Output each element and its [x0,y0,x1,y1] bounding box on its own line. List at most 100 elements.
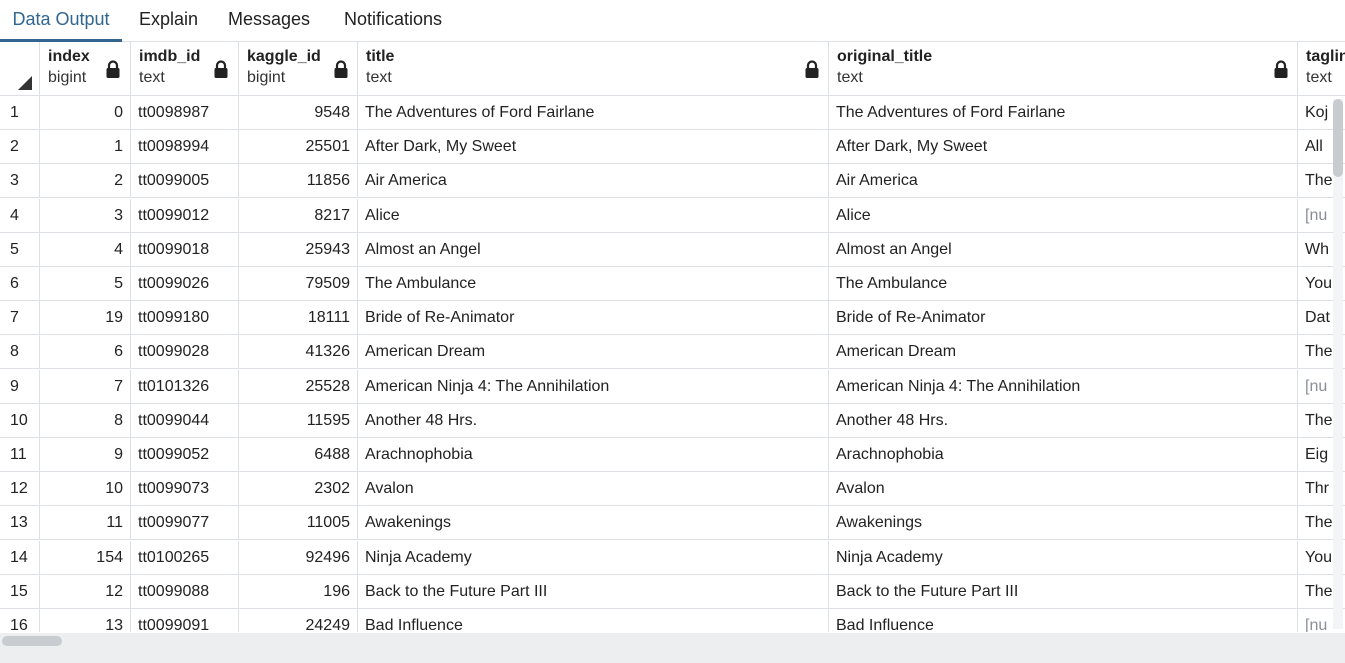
cell-title[interactable]: Air America [358,164,829,199]
tab-explain[interactable]: Explain [139,0,198,39]
cell-original-title[interactable]: Air America [829,164,1298,199]
column-header-imdb-id[interactable]: imdb_id text [131,42,239,95]
cell-index[interactable]: 0 [40,96,131,130]
cell-kaggle-id[interactable]: 79509 [239,267,358,301]
column-header-kaggle-id[interactable]: kaggle_id bigint [239,42,358,95]
table-row[interactable]: 9 7 tt0101326 25528 American Ninja 4: The An… [0,369,1345,404]
cell-kaggle-id[interactable]: 8217 [239,198,358,233]
cell-title[interactable]: Ninja Academy [358,540,829,575]
select-all-corner[interactable] [0,42,40,95]
cell-index[interactable]: 154 [40,540,131,575]
tab-notifications[interactable]: Notifications [344,0,442,39]
table-row[interactable]: 4 3 tt0099012 8217 Alice Alice [nu [0,198,1345,233]
table-row[interactable]: 6 5 tt0099026 79509 The Ambulance The Ambulan… [0,267,1345,301]
cell-kaggle-id[interactable]: 24249 [239,609,358,632]
cell-imdb-id[interactable]: tt0099052 [131,438,239,472]
cell-original-title[interactable]: Awakenings [829,506,1298,541]
cell-index[interactable]: 19 [40,301,131,336]
row-number[interactable]: 11 [0,438,40,472]
column-header-original-title[interactable]: original_title text [829,42,1298,95]
cell-index[interactable]: 2 [40,164,131,199]
cell-imdb-id[interactable]: tt0100265 [131,540,239,575]
cell-imdb-id[interactable]: tt0099180 [131,301,239,336]
cell-title[interactable]: Bad Influence [358,609,829,632]
cell-title[interactable]: After Dark, My Sweet [358,130,829,165]
tab-data-output[interactable]: Data Output [0,0,122,42]
cell-title[interactable]: The Ambulance [358,267,829,301]
cell-original-title[interactable]: Back to the Future Part III [829,574,1298,609]
cell-kaggle-id[interactable]: 11856 [239,164,358,199]
cell-imdb-id[interactable]: tt0099073 [131,472,239,507]
cell-imdb-id[interactable]: tt0099091 [131,609,239,632]
cell-kaggle-id[interactable]: 6488 [239,438,358,472]
table-row[interactable]: 11 9 tt0099052 6488 Arachnophobia Arachnophob… [0,438,1345,472]
column-header-tagline[interactable]: taglin text [1298,42,1345,95]
cell-imdb-id[interactable]: tt0099088 [131,574,239,609]
vertical-scroll-thumb[interactable] [1333,99,1343,177]
table-row[interactable]: 1 0 tt0098987 9548 The Adventures of Ford Fa… [0,96,1345,130]
table-row[interactable]: 12 10 tt0099073 2302 Avalon Avalon Thr [0,472,1345,507]
cell-original-title[interactable]: Almost an Angel [829,232,1298,267]
cell-original-title[interactable]: The Adventures of Ford Fairlane [829,96,1298,130]
row-number[interactable]: 13 [0,506,40,541]
cell-original-title[interactable]: Alice [829,198,1298,233]
cell-kaggle-id[interactable]: 92496 [239,540,358,575]
table-row[interactable]: 2 1 tt0098994 25501 After Dark, My Sweet Afte… [0,130,1345,165]
cell-kaggle-id[interactable]: 9548 [239,96,358,130]
cell-kaggle-id[interactable]: 196 [239,574,358,609]
table-row[interactable]: 15 12 tt0099088 196 Back to the Future Part … [0,574,1345,609]
cell-title[interactable]: Avalon [358,472,829,507]
cell-title[interactable]: The Adventures of Ford Fairlane [358,96,829,130]
table-row[interactable]: 8 6 tt0099028 41326 American Dream American D… [0,335,1345,370]
cell-kaggle-id[interactable]: 2302 [239,472,358,507]
cell-title[interactable]: American Dream [358,335,829,370]
cell-imdb-id[interactable]: tt0099012 [131,198,239,233]
cell-kaggle-id[interactable]: 11595 [239,403,358,438]
row-number[interactable]: 14 [0,540,40,575]
cell-original-title[interactable]: Bride of Re-Animator [829,301,1298,336]
column-header-index[interactable]: index bigint [40,42,131,95]
cell-index[interactable]: 6 [40,335,131,370]
row-number[interactable]: 8 [0,335,40,370]
cell-imdb-id[interactable]: tt0099018 [131,232,239,267]
cell-kaggle-id[interactable]: 18111 [239,301,358,336]
cell-index[interactable]: 7 [40,369,131,404]
cell-original-title[interactable]: Another 48 Hrs. [829,403,1298,438]
table-row[interactable]: 7 19 tt0099180 18111 Bride of Re-Animator Bri… [0,301,1345,336]
cell-imdb-id[interactable]: tt0099028 [131,335,239,370]
cell-imdb-id[interactable]: tt0098987 [131,96,239,130]
cell-title[interactable]: Another 48 Hrs. [358,403,829,438]
cell-imdb-id[interactable]: tt0099077 [131,506,239,541]
row-number[interactable]: 9 [0,369,40,404]
cell-imdb-id[interactable]: tt0098994 [131,130,239,165]
cell-index[interactable]: 5 [40,267,131,301]
cell-kaggle-id[interactable]: 41326 [239,335,358,370]
cell-imdb-id[interactable]: tt0101326 [131,369,239,404]
cell-imdb-id[interactable]: tt0099026 [131,267,239,301]
cell-index[interactable]: 9 [40,438,131,472]
cell-index[interactable]: 10 [40,472,131,507]
cell-title[interactable]: Bride of Re-Animator [358,301,829,336]
cell-kaggle-id[interactable]: 25501 [239,130,358,165]
row-number[interactable]: 6 [0,267,40,301]
cell-imdb-id[interactable]: tt0099005 [131,164,239,199]
row-number[interactable]: 10 [0,403,40,438]
horizontal-scroll-thumb[interactable] [2,636,62,646]
table-row[interactable]: 16 13 tt0099091 24249 Bad Influence Bad Influ… [0,609,1345,632]
cell-kaggle-id[interactable]: 25528 [239,369,358,404]
cell-index[interactable]: 3 [40,198,131,233]
cell-original-title[interactable]: Arachnophobia [829,438,1298,472]
table-row[interactable]: 14 154 tt0100265 92496 Ninja Academy Ninja Ac… [0,540,1345,575]
cell-original-title[interactable]: American Dream [829,335,1298,370]
cell-original-title[interactable]: American Ninja 4: The Annihilation [829,369,1298,404]
table-row[interactable]: 10 8 tt0099044 11595 Another 48 Hrs. Another … [0,403,1345,438]
tab-messages[interactable]: Messages [228,0,310,39]
row-number[interactable]: 2 [0,130,40,165]
cell-original-title[interactable]: After Dark, My Sweet [829,130,1298,165]
cell-kaggle-id[interactable]: 11005 [239,506,358,541]
table-row[interactable]: 5 4 tt0099018 25943 Almost an Angel Almost an… [0,232,1345,267]
cell-original-title[interactable]: The Ambulance [829,267,1298,301]
cell-title[interactable]: Back to the Future Part III [358,574,829,609]
column-header-title[interactable]: title text [358,42,829,95]
row-number[interactable]: 12 [0,472,40,507]
